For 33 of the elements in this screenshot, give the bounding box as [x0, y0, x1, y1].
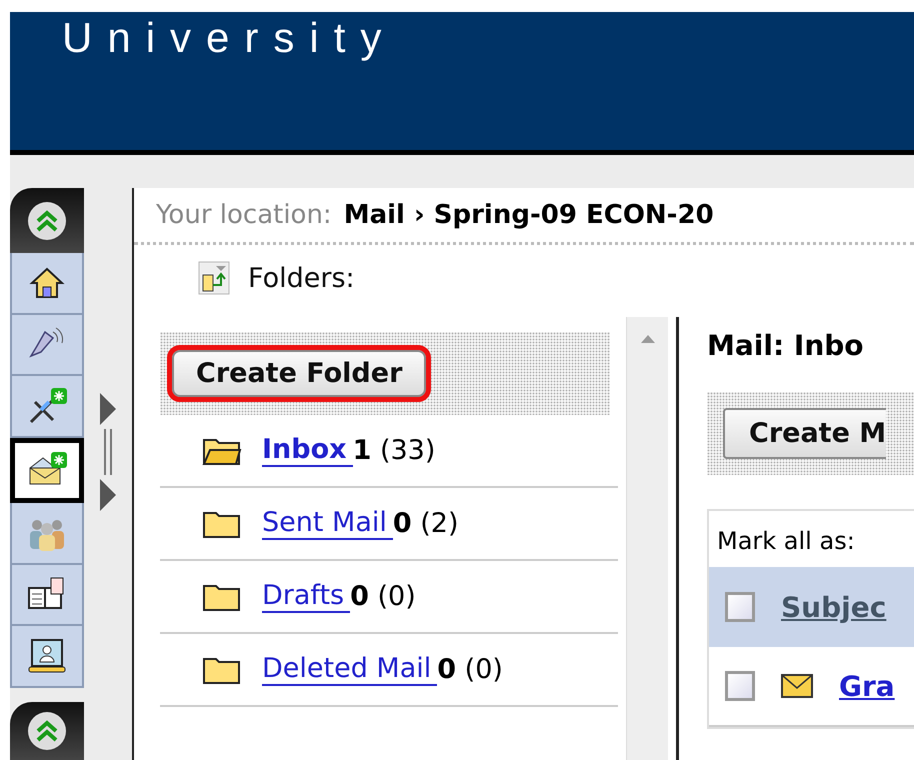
folder-link[interactable]: Inbox [262, 434, 353, 466]
folder-count: 0 (2) [392, 508, 459, 539]
tool-tab[interactable] [10, 253, 84, 315]
create-message-button[interactable]: Create M [723, 408, 886, 459]
subject-column-link[interactable]: Subjec [781, 590, 886, 624]
expand-up-icon[interactable] [27, 710, 67, 751]
location-label: Your location: [156, 200, 332, 230]
mail-title: Mail: Inbo [707, 329, 865, 362]
mark-all-label: Mark all as: [716, 526, 856, 557]
message-subject-link[interactable]: Gra [839, 670, 895, 702]
resize-grip-icon[interactable] [102, 429, 114, 475]
select-all-checkbox[interactable] [725, 592, 755, 622]
folder-count: 1 (33) [352, 435, 436, 466]
scrollbar[interactable] [626, 317, 668, 760]
tool-tab[interactable] [10, 376, 84, 438]
folder-tree-icon[interactable] [198, 261, 230, 295]
tools-icon[interactable] [27, 386, 67, 426]
folder-link[interactable]: Sent Mail [262, 508, 393, 540]
folder-count: 0 (0) [350, 581, 416, 612]
folder-count: 0 (0) [437, 654, 503, 685]
tool-tab[interactable] [10, 438, 84, 504]
folders-label: Folders: [248, 262, 355, 294]
folder-link[interactable]: Deleted Mail [262, 654, 438, 686]
row-checkbox[interactable] [725, 671, 755, 701]
envelope-icon [781, 674, 813, 698]
breadcrumb-path: Mail › Spring-09 ECON-20 [344, 200, 714, 230]
tool-tab[interactable] [10, 626, 84, 688]
folder-link[interactable]: Drafts [262, 580, 350, 612]
expand-arrow-icon[interactable] [100, 393, 116, 425]
site-title: University [62, 13, 396, 63]
tool-tab[interactable] [10, 564, 84, 626]
expand-arrow-icon[interactable] [100, 479, 116, 511]
expand-up-icon[interactable] [27, 200, 67, 241]
